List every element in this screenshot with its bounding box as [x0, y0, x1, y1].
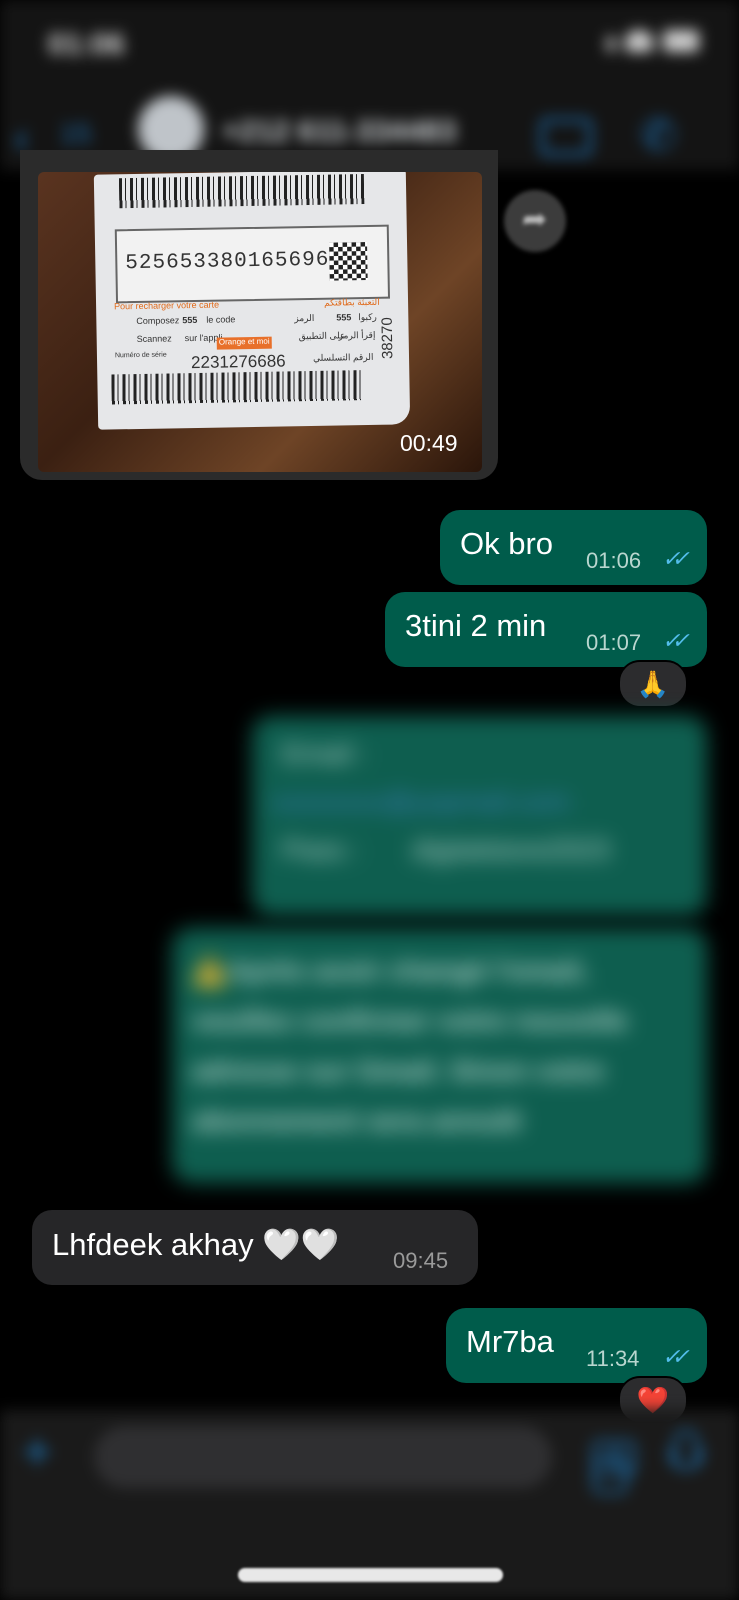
blurred-credentials-bubble[interactable]: Email : xxxxxxxx@yopmail.com Pass : digi… [252, 716, 707, 916]
compose-number: 555 [182, 314, 198, 326]
code-label: le code [206, 314, 236, 325]
read-ticks-icon: ✓✓ [662, 1344, 690, 1369]
message-time: 09:45 [393, 1248, 449, 1273]
message-text: Lhfdeek akhay 🤍🤍 [52, 1227, 340, 1262]
status-icons [607, 30, 699, 52]
message-text: Mr7ba [466, 1324, 554, 1359]
recharge-card: 5256533801656962 Pour recharger votre ca… [93, 172, 411, 430]
plus-icon[interactable]: + [22, 1422, 52, 1482]
arabic-code: الرمز [294, 312, 315, 324]
notice-text: ⚠️Après avoir changé l'email, veuillez c… [192, 955, 628, 1136]
video-duration: 00:49 [400, 430, 458, 456]
camera-icon[interactable] [592, 1440, 636, 1476]
qr-code [329, 241, 368, 281]
blurred-notice-bubble[interactable]: ⚠️Après avoir changé l'email, veuillez c… [172, 928, 707, 1183]
home-indicator [238, 1568, 503, 1582]
message-bubble[interactable]: Ok bro 01:06 ✓✓ [440, 510, 707, 585]
arabic-serial: الرقم التسلسلي [312, 351, 374, 363]
message-bubble[interactable]: Lhfdeek akhay 🤍🤍 09:45 [32, 1210, 478, 1285]
video-call-icon[interactable] [540, 118, 592, 156]
email-value: xxxxxxxx@yopmail.com [272, 786, 570, 817]
serial-number: 2231276686 [190, 351, 286, 373]
compose-label: Composez [136, 315, 180, 327]
arabic-scan: إقرأ الرمز [338, 329, 376, 341]
video-thumbnail[interactable]: 5256533801656962 Pour recharger votre ca… [38, 172, 482, 472]
status-time: 01:06 [48, 28, 125, 61]
message-bubble[interactable]: Mr7ba 11:34 ✓✓ [446, 1308, 707, 1383]
read-ticks-icon: ✓✓ [662, 628, 690, 653]
message-input[interactable] [94, 1426, 628, 1494]
message-time: 01:07 [586, 630, 642, 655]
phone-icon[interactable]: ✆ [640, 110, 677, 161]
chat-header: 01:06 ‹ 15 +212 611-334483 ✆ [0, 0, 739, 170]
contact-name[interactable]: +212 611-334483 [222, 115, 456, 149]
message-text: 3tini 2 min [405, 608, 547, 643]
email-label: Email : [282, 738, 368, 769]
reaction-badge[interactable]: 🙏 [618, 660, 688, 708]
barcode-top [118, 174, 365, 209]
message-time: 01:06 [586, 548, 642, 573]
message-text: Ok bro [460, 526, 554, 561]
scan-label: Scannez [136, 333, 172, 345]
arabic-dial: ركبوا [358, 311, 377, 323]
read-ticks-icon: ✓✓ [662, 546, 690, 571]
serial-label: Numéro de série [114, 351, 167, 360]
message-bubble[interactable]: 3tini 2 min 01:07 ✓✓ [385, 592, 707, 667]
recharge-title: Pour recharger votre carte [114, 299, 220, 312]
message-time: 11:34 [586, 1346, 640, 1371]
arabic-compose-number: 555 [336, 312, 352, 323]
pass-value: digitalstore2023 [412, 834, 610, 865]
pass-label: Pass : [282, 834, 360, 865]
forward-icon: ➦ [522, 203, 548, 236]
app-badge: Orange et moi [216, 336, 272, 350]
arabic-title: التعبئة بطاقتكم [323, 296, 380, 308]
forward-button[interactable]: ➦ [504, 190, 566, 252]
microphone-icon[interactable] [669, 1430, 703, 1470]
card-number: 5256533801656962 [125, 248, 344, 276]
barcode-bottom [111, 370, 362, 405]
back-count[interactable]: 15 [60, 118, 91, 150]
side-number: 38270 [378, 317, 397, 360]
